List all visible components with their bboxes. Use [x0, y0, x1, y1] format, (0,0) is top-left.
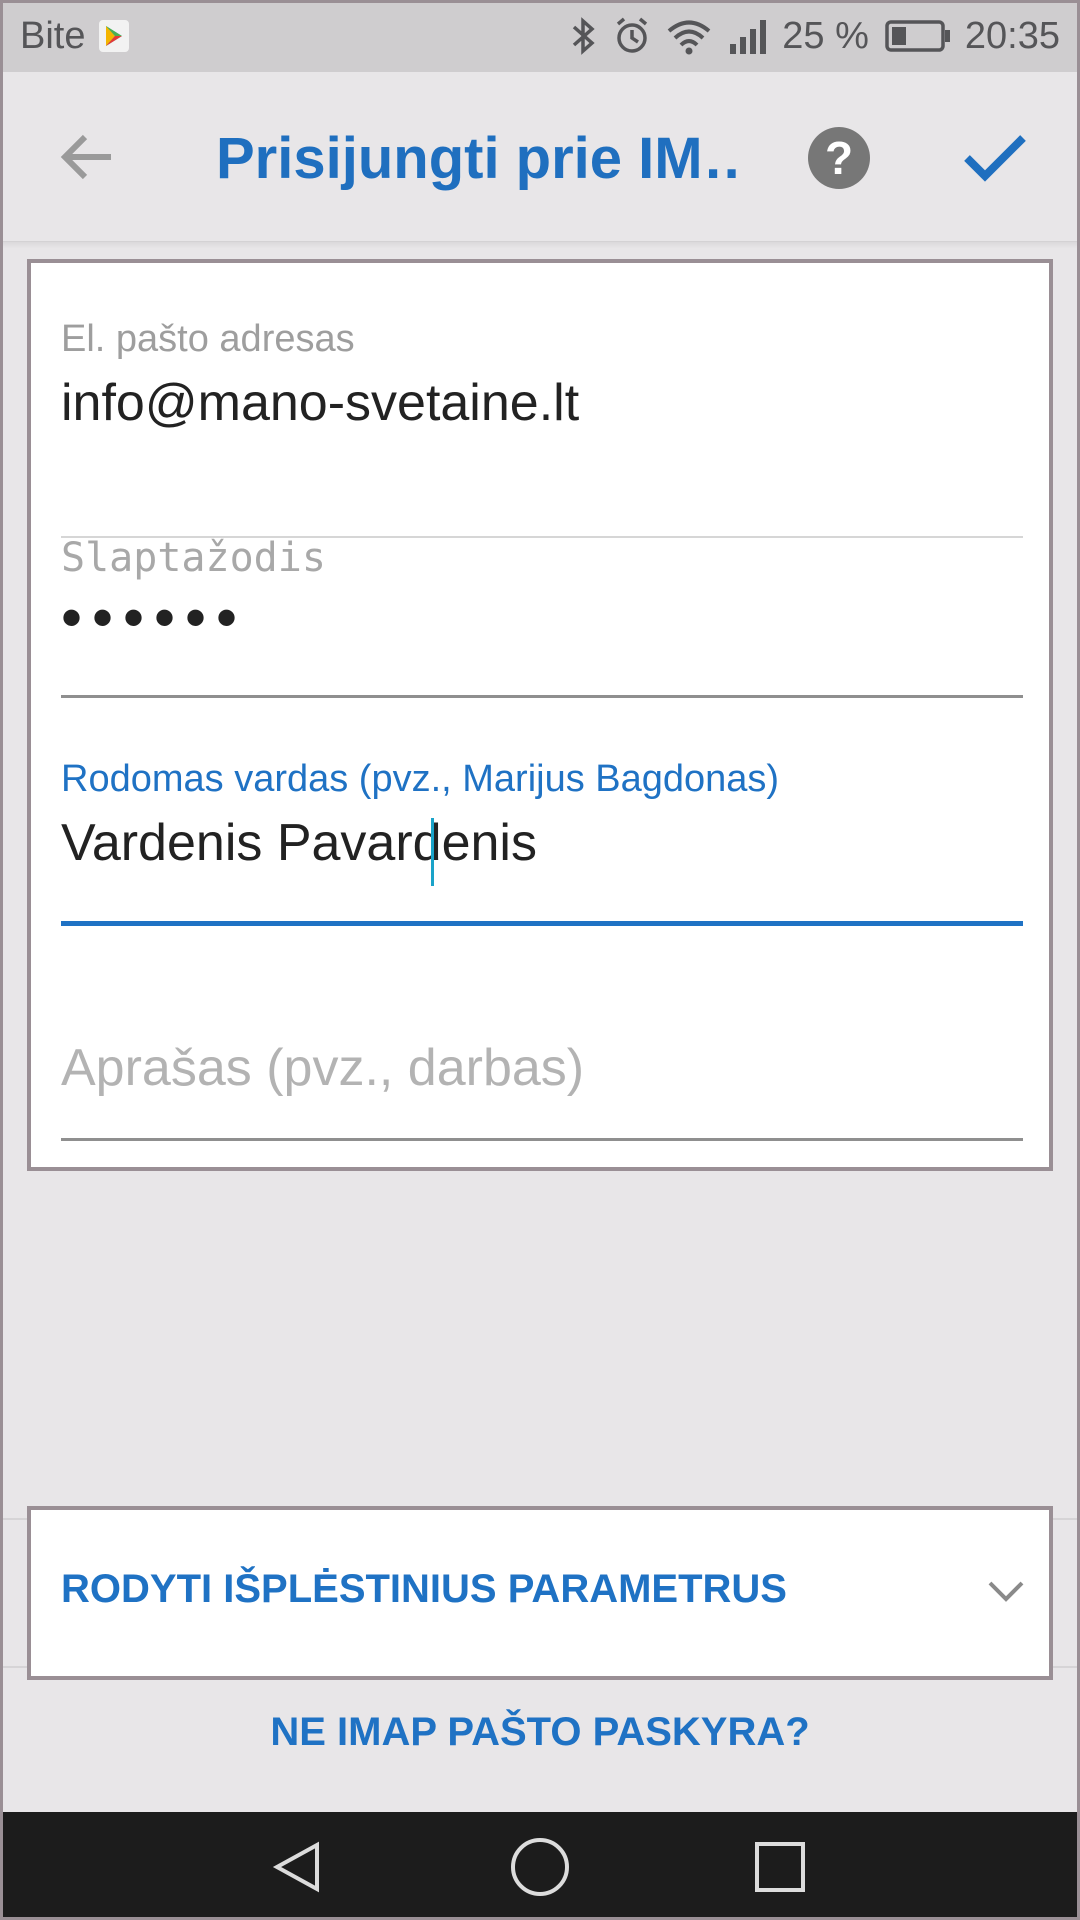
- email-field[interactable]: El. pašto adresas info@mano-svetaine.lt: [61, 318, 1023, 538]
- display-name-field[interactable]: Rodomas vardas (pvz., Marijus Bagdonas) …: [61, 758, 1023, 933]
- email-input[interactable]: info@mano-svetaine.lt: [61, 373, 579, 433]
- app-toolbar: Prisijungti prie IM… ?: [0, 72, 1080, 242]
- signal-icon: [728, 16, 772, 56]
- non-imap-account-link[interactable]: NE IMAP PAŠTO PASKYRA?: [0, 1710, 1080, 1755]
- nav-recents-icon[interactable]: [745, 1832, 815, 1902]
- display-name-label: Rodomas vardas (pvz., Marijus Bagdonas): [61, 758, 780, 800]
- email-label: El. pašto adresas: [61, 318, 355, 360]
- page-title: Prisijungti prie IM…: [216, 126, 736, 191]
- account-form: El. pašto adresas info@mano-svetaine.lt …: [27, 259, 1053, 1171]
- show-advanced-button[interactable]: RODYTI IŠPLĖSTINIUS PARAMETRUS: [27, 1506, 1053, 1680]
- alarm-icon: [614, 16, 650, 56]
- status-bar: Bite 25 % 20:35: [0, 0, 1080, 72]
- description-field[interactable]: Aprašas (pvz., darbas): [61, 1038, 1023, 1158]
- clock: 20:35: [964, 14, 1060, 57]
- battery-percent: 25 %: [782, 14, 869, 57]
- description-underline: [61, 1138, 1023, 1141]
- carrier-name: Bite: [20, 14, 86, 57]
- display-name-input[interactable]: Vardenis Pavardenis: [61, 813, 537, 873]
- back-arrow-icon[interactable]: [52, 127, 122, 187]
- password-field[interactable]: Slaptažodis ••••••: [61, 535, 1023, 698]
- password-input[interactable]: ••••••: [61, 583, 247, 652]
- play-store-icon: [99, 20, 130, 52]
- help-icon: ?: [824, 132, 854, 184]
- display-name-underline: [61, 921, 1023, 926]
- help-button[interactable]: ?: [808, 127, 870, 189]
- text-cursor: [431, 818, 434, 886]
- nav-home-icon[interactable]: [505, 1832, 575, 1902]
- password-underline: [61, 695, 1023, 698]
- wifi-icon: [666, 16, 712, 56]
- system-nav-bar: [0, 1812, 1080, 1920]
- battery-icon: [885, 18, 951, 54]
- bluetooth-icon: [570, 16, 598, 56]
- chevron-down-icon: [981, 1572, 1031, 1612]
- show-advanced-label: RODYTI IŠPLĖSTINIUS PARAMETRUS: [61, 1567, 787, 1611]
- nav-back-icon[interactable]: [262, 1832, 332, 1902]
- password-label: Slaptažodis: [61, 535, 326, 581]
- description-input[interactable]: Aprašas (pvz., darbas): [61, 1038, 584, 1098]
- check-icon[interactable]: [960, 124, 1030, 190]
